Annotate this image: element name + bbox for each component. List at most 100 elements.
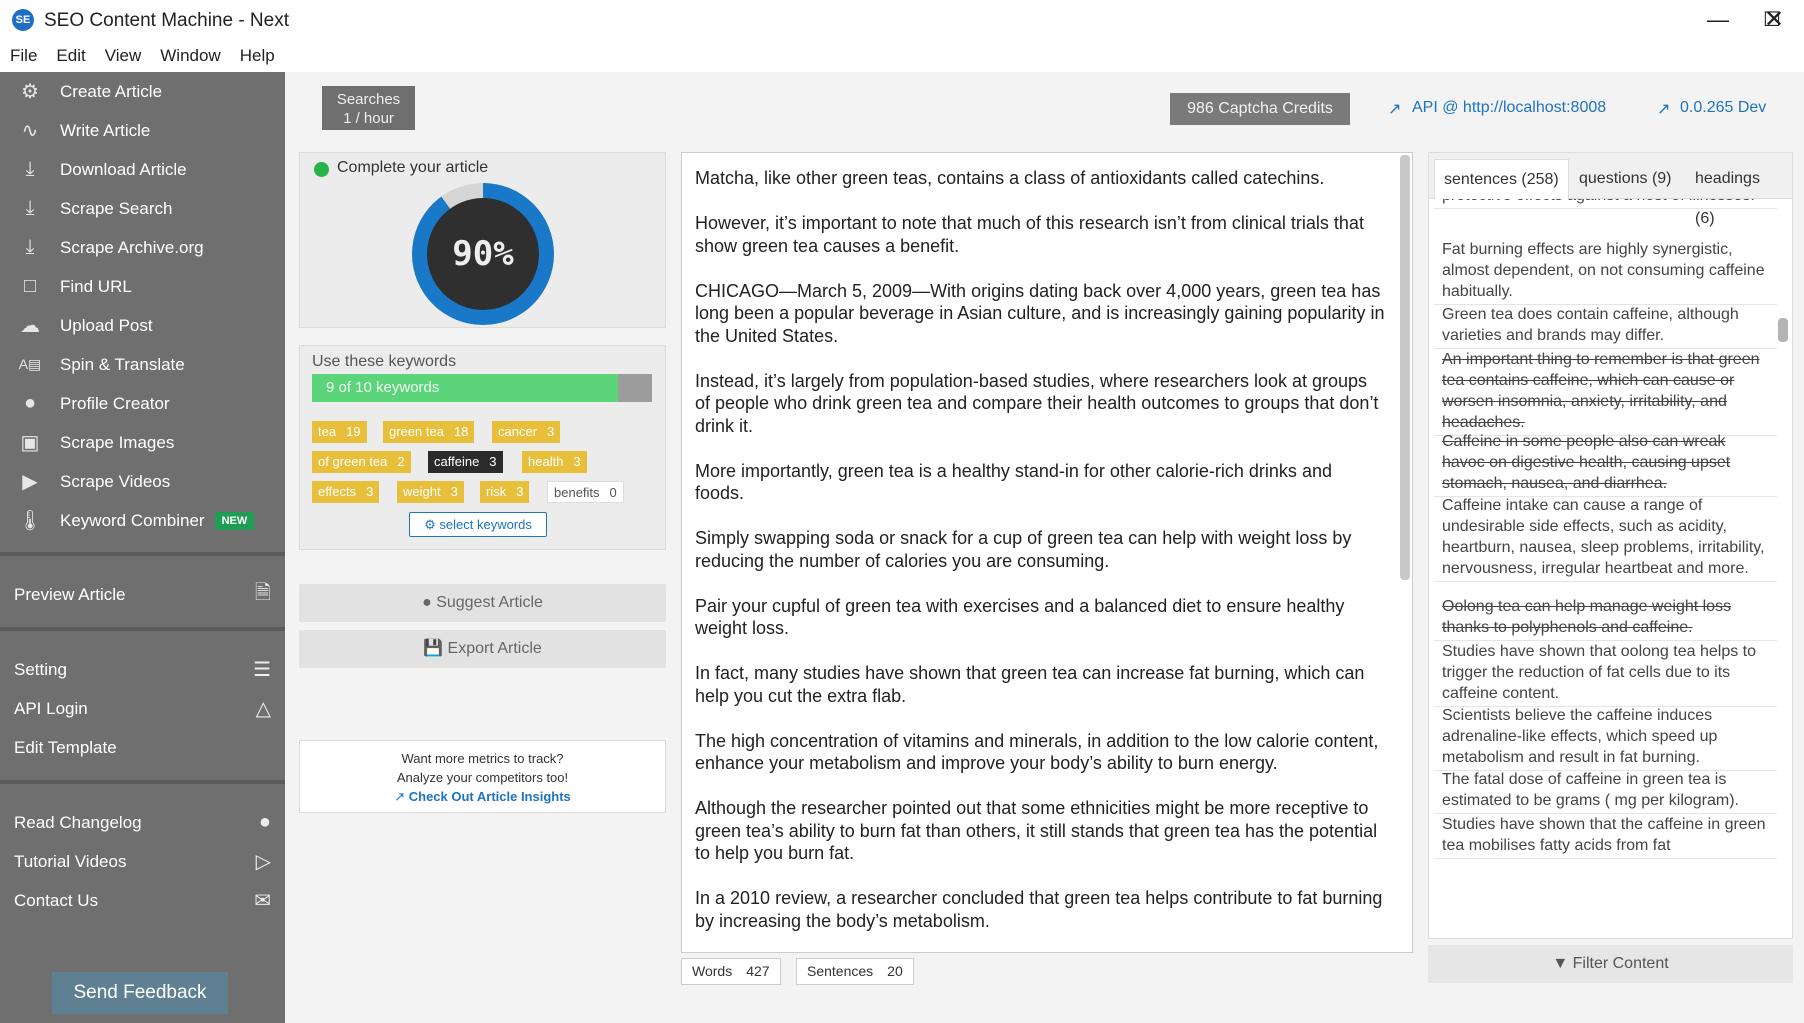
sidebar-item-profile-creator[interactable]: ● Profile Creator xyxy=(0,384,285,423)
list-item[interactable]: Studies have shown that oolong tea helps… xyxy=(1434,639,1777,707)
keyword-word: risk xyxy=(486,484,507,499)
sidebar-item-label: Upload Post xyxy=(60,315,153,335)
list-item[interactable]: protective effects against a host of ill… xyxy=(1434,199,1777,209)
keyword-chip[interactable]: caffeine 3 xyxy=(428,451,503,473)
sidebar-item-contact-us[interactable]: Contact Us ✉ xyxy=(0,881,285,920)
word-count-label: Words xyxy=(692,963,733,979)
keyword-count: 3 xyxy=(516,484,524,499)
keyword-chip[interactable]: benefits 0 xyxy=(547,481,624,503)
list-item[interactable]: The fatal dose of caffeine in green tea … xyxy=(1434,767,1777,814)
keyword-chip[interactable]: health 3 xyxy=(522,451,587,473)
keyword-chip[interactable]: green tea 18 xyxy=(383,421,475,443)
version-link[interactable]: 0.0.265 Dev xyxy=(1680,99,1766,117)
external-link-icon: ↗ xyxy=(394,789,406,804)
sentence-count-value: 20 xyxy=(887,963,903,979)
keyword-chip[interactable]: risk 3 xyxy=(480,481,530,503)
sidebar-item-api-login[interactable]: API Login △ xyxy=(0,689,285,728)
keywords-progress-bar: 9 of 10 keywords xyxy=(312,374,652,402)
sidebar-item-label: Contact Us xyxy=(14,890,99,910)
keyword-chip[interactable]: cancer 3 xyxy=(492,421,561,443)
play-icon: ▷ xyxy=(255,851,271,873)
sidebar-item-find-url[interactable]: □ Find URL xyxy=(0,267,285,306)
page-icon: □ xyxy=(23,275,37,297)
searches-rate: 1 / hour xyxy=(343,110,394,127)
sentence-list-scrollbar[interactable] xyxy=(1778,318,1788,342)
menu-edit[interactable]: Edit xyxy=(56,40,85,72)
sidebar-item-scrape-search[interactable]: ⤓ Scrape Search xyxy=(0,189,285,228)
image-icon: ▣ xyxy=(20,432,40,454)
sidebar-item-create-article[interactable]: ⚙ Create Article xyxy=(0,72,285,111)
article-text[interactable]: Matcha, like other green teas, contains … xyxy=(695,167,1385,952)
list-item[interactable]: An important thing to remember is that g… xyxy=(1434,347,1777,436)
sidebar-item-scrape-archive[interactable]: ⤓ Scrape Archive.org xyxy=(0,228,285,267)
tab-questions[interactable]: questions (9) xyxy=(1570,159,1681,199)
sidebar-item-preview-article[interactable]: Preview Article 🗎 xyxy=(0,575,285,614)
export-article-button[interactable]: 💾 Export Article xyxy=(299,630,666,668)
list-item[interactable]: Scientists believe the caffeine induces … xyxy=(1434,703,1777,771)
list-item[interactable]: Caffeine in some people also can wreak h… xyxy=(1434,429,1777,497)
list-item[interactable]: Fat burning effects are highly synergist… xyxy=(1434,237,1777,305)
keyword-chip[interactable]: of green tea 2 xyxy=(312,451,411,473)
filter-content-button[interactable]: ▼ Filter Content xyxy=(1428,945,1793,983)
keyword-chip[interactable]: weight 3 xyxy=(397,481,464,503)
menu-help[interactable]: Help xyxy=(240,40,275,72)
filter-content-label: Filter Content xyxy=(1572,955,1669,972)
sidebar-item-label: Scrape Search xyxy=(60,198,173,218)
suggest-article-button[interactable]: ● Suggest Article xyxy=(299,584,666,622)
sidebar-item-scrape-videos[interactable]: ▶ Scrape Videos xyxy=(0,462,285,501)
sidebar-item-keyword-combiner[interactable]: 🌡 Keyword Combiner NEW xyxy=(0,501,285,540)
sidebar-item-scrape-images[interactable]: ▣ Scrape Images xyxy=(0,423,285,462)
flask-icon: △ xyxy=(255,698,271,720)
article-scrollbar[interactable] xyxy=(1400,155,1410,580)
document-icon: 🗎 xyxy=(254,581,271,604)
mail-icon: ✉ xyxy=(254,890,271,912)
sidebar-item-download-article[interactable]: ⤓ Download Article xyxy=(0,150,285,189)
tab-sentences[interactable]: sentences (258) xyxy=(1434,159,1569,199)
list-item[interactable]: Caffeine intake can cause a range of und… xyxy=(1434,493,1777,582)
translate-icon: A▤ xyxy=(18,356,42,372)
list-item[interactable]: Oolong tea can help manage weight loss t… xyxy=(1434,594,1777,641)
sidebar-item-write-article[interactable]: ∿ Write Article xyxy=(0,111,285,150)
save-icon: 💾 xyxy=(423,640,444,657)
article-editor[interactable]: Matcha, like other green teas, contains … xyxy=(681,152,1413,953)
sidebar-item-setting[interactable]: Setting ☰ xyxy=(0,650,285,689)
sidebar-divider xyxy=(0,627,285,631)
sidebar-item-edit-template[interactable]: Edit Template xyxy=(0,728,285,767)
menu-view[interactable]: View xyxy=(105,40,142,72)
gear-icon: ⚙ xyxy=(21,81,39,103)
sidebar-item-label: Spin & Translate xyxy=(60,354,185,374)
sidebar-item-read-changelog[interactable]: Read Changelog ● xyxy=(0,803,285,842)
tab-headings[interactable]: headings (6) xyxy=(1686,159,1792,227)
minimize-icon[interactable]: — xyxy=(1698,6,1738,34)
sentence-list[interactable]: protective effects against a host of ill… xyxy=(1434,199,1777,939)
sidebar-item-label: Download Article xyxy=(60,159,187,179)
sidebar-item-upload-post[interactable]: ☁ Upload Post xyxy=(0,306,285,345)
send-feedback-button[interactable]: Send Feedback xyxy=(52,972,228,1014)
sidebar-divider xyxy=(0,780,285,784)
menu-file[interactable]: File xyxy=(10,40,37,72)
keyword-word: effects xyxy=(318,484,357,499)
keyword-count: 0 xyxy=(609,485,617,500)
keyword-chip[interactable]: tea 19 xyxy=(312,421,367,443)
select-keywords-button[interactable]: ⚙ select keywords xyxy=(409,512,547,537)
sidebar-item-tutorial-videos[interactable]: Tutorial Videos ▷ xyxy=(0,842,285,881)
wave-icon: ∿ xyxy=(21,120,39,142)
status-dot-icon xyxy=(314,162,329,177)
insights-line1: Want more metrics to track? xyxy=(401,751,564,766)
keyword-word: cancer xyxy=(498,424,538,439)
menu-window[interactable]: Window xyxy=(160,40,220,72)
filter-icon: ▼ xyxy=(1552,955,1569,972)
sliders-icon: ☰ xyxy=(253,659,271,681)
list-item[interactable]: Green tea does contain caffeine, althoug… xyxy=(1434,302,1777,349)
insights-link-row[interactable]: ↗ Check Out Article Insights xyxy=(300,787,665,806)
list-item[interactable]: Studies have shown that the caffeine in … xyxy=(1434,812,1777,859)
download-icon: ⤓ xyxy=(25,197,35,219)
sidebar-item-label: Tutorial Videos xyxy=(14,851,127,871)
api-link[interactable]: API @ http://localhost:8008 xyxy=(1412,99,1606,117)
window-title: SEO Content Machine - Next xyxy=(44,10,289,31)
sidebar-item-spin-translate[interactable]: A▤ Spin & Translate xyxy=(0,345,285,384)
captcha-credits-badge: 986 Captcha Credits xyxy=(1170,93,1350,125)
article-insights-link[interactable]: Check Out Article Insights xyxy=(409,789,571,804)
keyword-chip[interactable]: effects 3 xyxy=(312,481,380,503)
close-window-icon[interactable]: ✕ xyxy=(1754,6,1794,34)
